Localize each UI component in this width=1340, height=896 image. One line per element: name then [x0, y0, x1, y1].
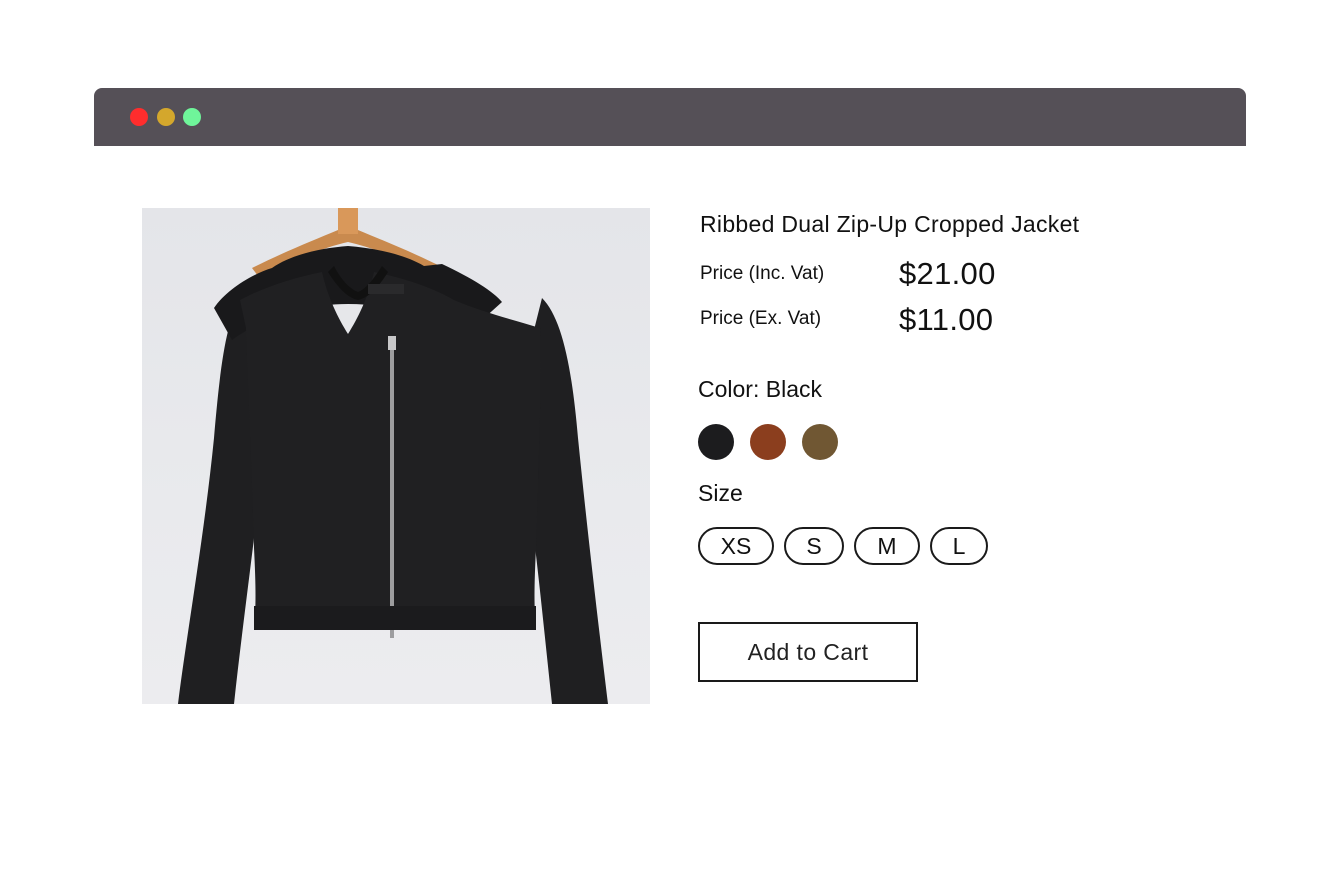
size-button-l[interactable]: L — [930, 527, 988, 565]
color-swatch-black[interactable] — [698, 424, 734, 460]
price-inc-vat-label: Price (Inc. Vat) — [700, 263, 825, 284]
product-image — [142, 208, 650, 704]
window-minimize-button[interactable] — [157, 108, 175, 126]
size-button-m[interactable]: M — [854, 527, 920, 565]
jacket-image-icon — [178, 208, 608, 704]
color-swatch-olive-brown[interactable] — [802, 424, 838, 460]
color-swatch-rust[interactable] — [750, 424, 786, 460]
product-title: Ribbed Dual Zip-Up Cropped Jacket — [700, 211, 1080, 237]
size-label: Size — [698, 480, 743, 506]
color-label: Color: Black — [698, 376, 822, 402]
price-inc-vat-value: $21.00 — [899, 256, 996, 291]
window-titlebar — [94, 88, 1246, 146]
window-maximize-button[interactable] — [183, 108, 201, 126]
size-button-xs[interactable]: XS — [698, 527, 774, 565]
window-close-button[interactable] — [130, 108, 148, 126]
add-to-cart-button[interactable]: Add to Cart — [698, 622, 918, 682]
size-button-s[interactable]: S — [784, 527, 844, 565]
price-ex-vat-label: Price (Ex. Vat) — [700, 308, 822, 329]
price-ex-vat-value: $11.00 — [899, 302, 994, 337]
